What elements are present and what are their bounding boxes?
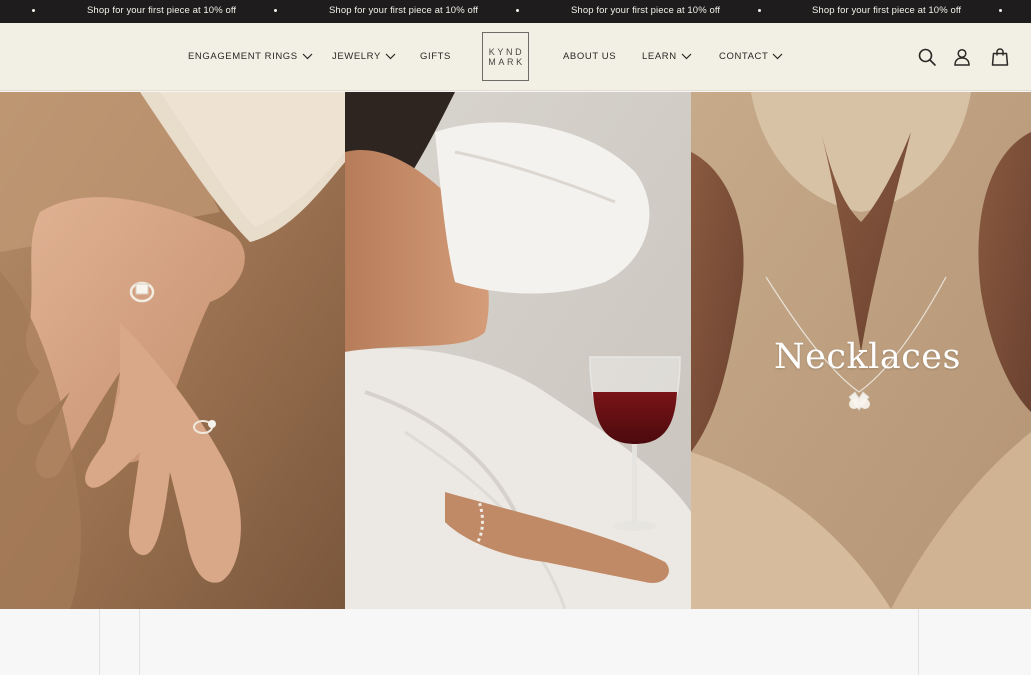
nav-label: GIFTS [420, 51, 451, 62]
account-icon[interactable] [952, 47, 972, 67]
chevron-down-icon [681, 53, 692, 60]
chevron-down-icon [385, 53, 396, 60]
nav-learn[interactable]: LEARN [642, 51, 692, 62]
hero-banner: Necklaces [0, 92, 1031, 609]
separator-dot [999, 9, 1002, 12]
chevron-down-icon [302, 53, 313, 60]
announcement-message[interactable]: Shop for your first piece at 10% off [571, 5, 720, 17]
brand-logo[interactable]: KYND MARK [482, 32, 529, 81]
nav-label: JEWELRY [332, 51, 381, 62]
content-section [0, 609, 1031, 675]
nav-about-us[interactable]: ABOUT US [563, 51, 616, 62]
search-icon[interactable] [917, 47, 937, 67]
nav-jewelry[interactable]: JEWELRY [332, 51, 396, 62]
logo-line: KYND [488, 46, 525, 57]
announcement-bar: Shop for your first piece at 10% off Sho… [0, 0, 1031, 23]
announcement-message[interactable]: Shop for your first piece at 10% off [87, 5, 236, 17]
separator-dot [758, 9, 761, 12]
separator-dot [32, 9, 35, 12]
chevron-down-icon [772, 53, 783, 60]
separator-dot [274, 9, 277, 12]
announcement-message[interactable]: Shop for your first piece at 10% off [329, 5, 478, 17]
rings-photo[interactable] [0, 92, 345, 609]
nav-contact[interactable]: CONTACT [719, 51, 783, 62]
woman-wine-image [345, 92, 691, 609]
separator-dot [516, 9, 519, 12]
divider [139, 609, 140, 675]
nav-label: ABOUT US [563, 51, 617, 62]
nav-label: LEARN [642, 51, 677, 62]
rings-hands-image [0, 92, 345, 609]
bracelet-photo[interactable] [345, 92, 691, 609]
nav-label: ENGAGEMENT RINGS [188, 51, 298, 62]
necklaces-heading[interactable]: Necklaces [774, 337, 961, 377]
announcement-message[interactable]: Shop for your first piece at 10% off [812, 5, 961, 17]
bag-icon[interactable] [990, 47, 1010, 67]
divider [99, 609, 100, 675]
logo-line: MARK [488, 56, 525, 67]
divider [918, 609, 919, 675]
page: Shop for your first piece at 10% off Sho… [0, 0, 1031, 675]
nav-engagement-rings[interactable]: ENGAGEMENT RINGS [188, 51, 313, 62]
nav-gifts[interactable]: GIFTS [420, 51, 451, 62]
nav-label: CONTACT [719, 51, 769, 62]
site-header: ENGAGEMENT RINGS JEWELRY GIFTS KYND MARK… [0, 23, 1031, 91]
